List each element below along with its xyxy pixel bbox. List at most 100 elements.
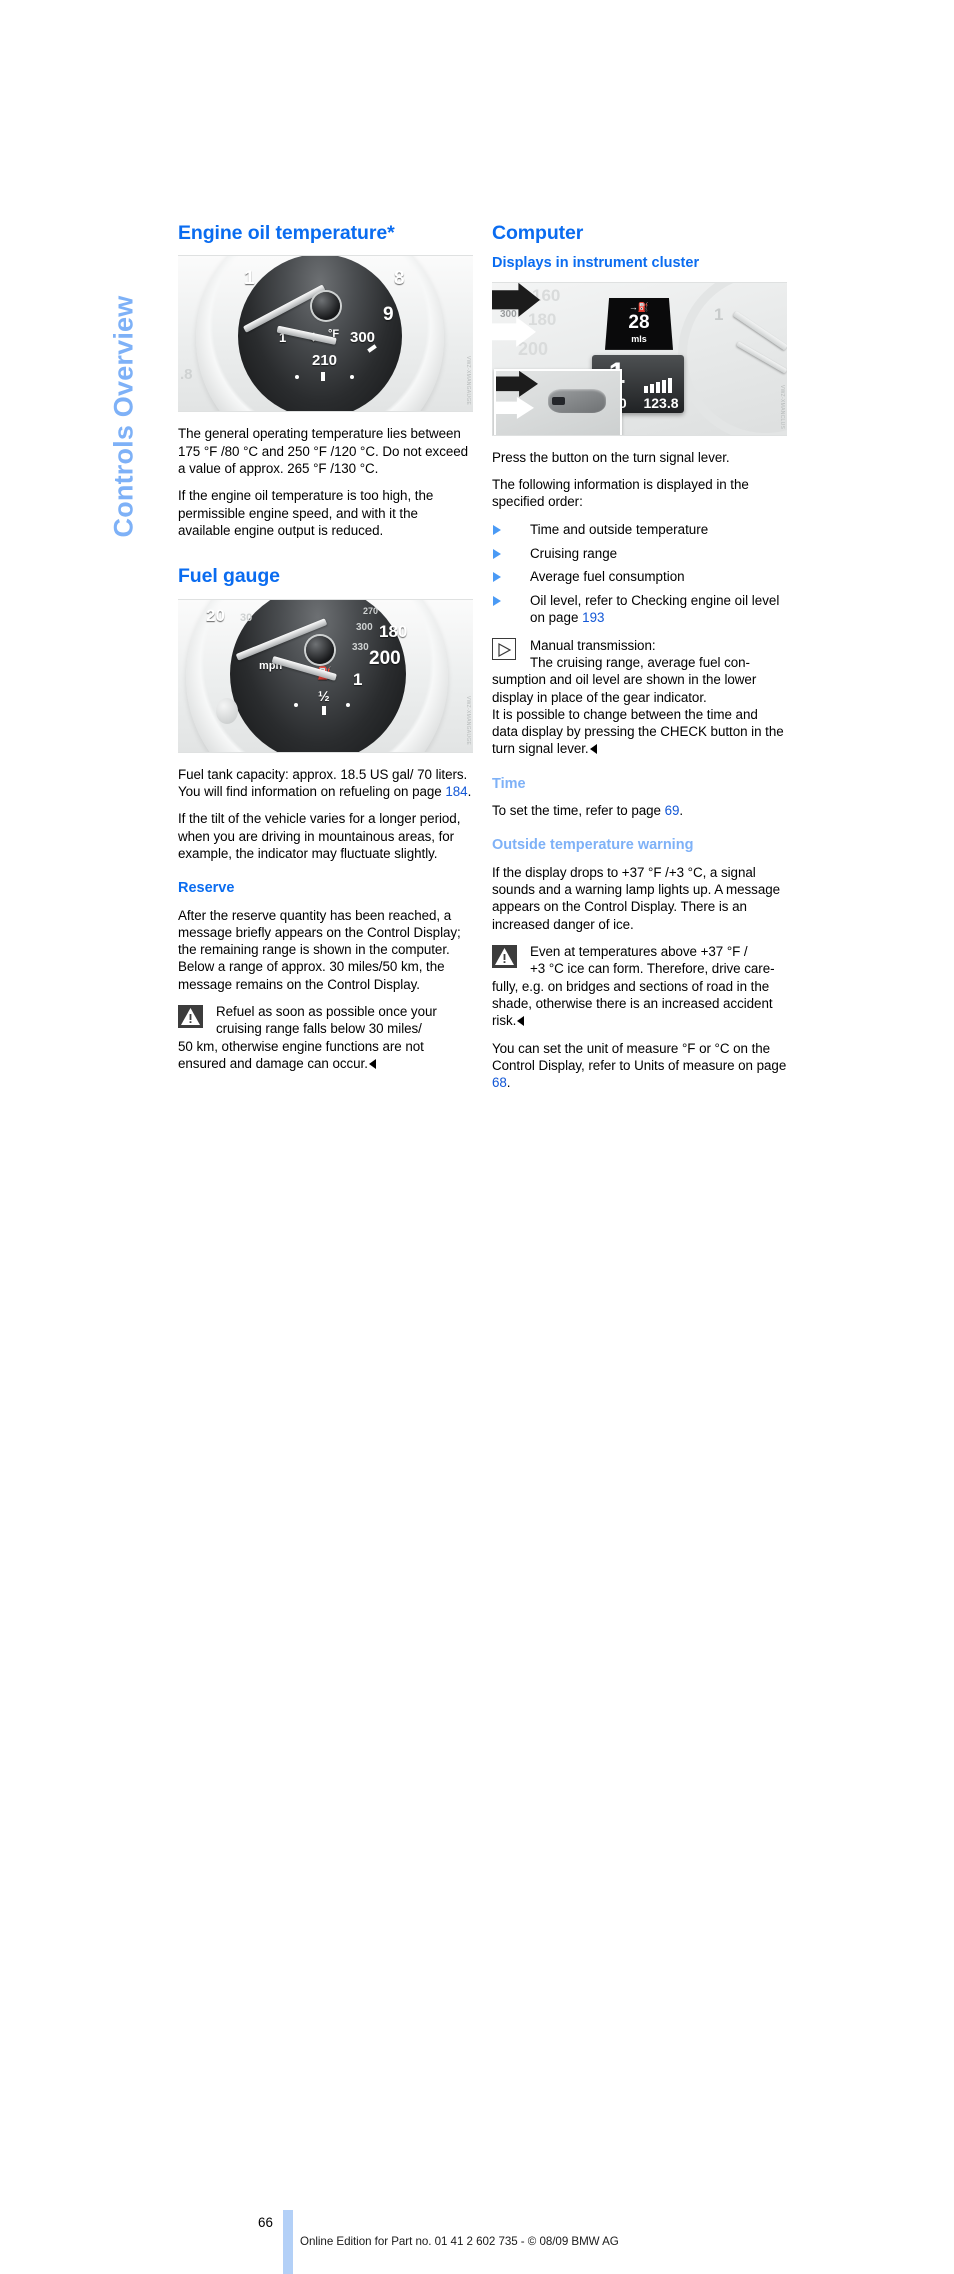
fuel-tick-bar-empty [322,705,326,715]
cruising-range-value: 28 [628,311,650,333]
time-text-b: . [679,803,684,819]
triangle-bullet-icon [493,572,501,583]
dial-label-300: 300 [350,329,376,347]
fuel-tick-dot-left [294,702,298,707]
cruising-range-display: →⛽ 28 mls [605,297,673,350]
fuel-tick-dot-right [346,702,350,707]
fuel-p1-text-b: . [467,783,472,799]
dial-label-8-partial: .8 [180,366,193,384]
page-reference-69[interactable]: 69 [665,803,680,818]
left-column: Engine oil temperature* 1 8 9 .8 1 ⚶ °F … [178,222,473,1082]
outside-warning-line-2: +3 °C ice can form. Therefore, drive car… [530,961,775,977]
list-item-label: Average fuel consumption [530,569,685,585]
note-rest-2-text: It is possible to change between the tim… [492,706,784,757]
note-triangle-icon [492,637,516,660]
dial-label-270: 270 [363,605,379,616]
dial-label-9: 9 [383,304,394,326]
note-line-2: The cruising range, average fuel con- [530,654,750,670]
list-item: Average fuel consumption [492,568,787,585]
cluster-tick-180: 180 [528,309,557,329]
reserve-warning-line-2: cruising range falls below 30 miles/ [216,1021,422,1037]
time-text-a: To set the time, refer to page [492,803,665,819]
engine-oil-temperature-figure: 1 8 9 .8 1 ⚶ °F 300 210 VWZ-XMANGAUGE [178,255,473,413]
reserve-paragraph-1: After the reserve quantity has been reac… [178,907,461,992]
end-of-note-marker [368,1058,376,1069]
page-footer: 66 Online Edition for Part no. 01 41 2 6… [0,1105,954,2274]
dial-label-330: 330 [352,641,369,653]
note-line-1: Manual transmission: [530,637,656,653]
fuel-level-bars [644,377,672,393]
fuel-p1-text-a: Fuel tank capacity: approx. 18.5 US gal/… [178,766,468,799]
fuel-label-half: ½ [318,687,330,704]
dial-label-20: 20 [206,605,225,625]
chapter-tab-label: Controls Overview [108,295,139,538]
units-text-a: You can set the unit of measure °F or °C… [492,1040,787,1073]
list-item: Oil level, refer to Checking engine oil … [492,592,787,627]
time-paragraph: To set the time, refer to page 69. [492,802,787,819]
right-column: Computer Displays in instrument cluster … [492,222,787,1101]
outside-warning-rest: fully, e.g. on bridges and sections of r… [492,978,787,1030]
oil-paragraph-2: If the engine oil temperature is too hig… [178,488,434,538]
fuel-paragraph-2: If the tilt of the vehicle varies for a … [178,811,461,861]
list-item-label: Time and outside temperature [530,521,709,537]
inset-arrow [496,396,534,419]
fuel-gauge-figure: 20 30 270 300 180 330 200 mph 1 ⛽ ½ VWZ-… [178,598,473,753]
end-of-note-marker [589,744,597,755]
dial-label-200: 200 [369,647,401,669]
page-reference-193[interactable]: 193 [582,610,604,625]
trip-value: 123.8 [643,394,679,411]
heading-outside-temperature-warning: Outside temperature warning [492,837,694,854]
triangle-bullet-icon [493,548,501,559]
instrument-cluster-figure: 270 160 300 180 330 200 1 →⛽ 28 mls 1 [492,281,787,436]
dial-label-30: 30 [240,611,253,624]
outside-warning-rest-text: fully, e.g. on bridges and sections of r… [492,978,773,1029]
reserve-warning-line-1: Refuel as soon as possible once your [216,1003,437,1019]
reserve-warning-block: Refuel as soon as possible once your cru… [178,1003,473,1072]
chapter-tab: Controls Overview [104,222,144,542]
note-rest: sumption and oil level are shown in the … [492,672,757,705]
list-item: Cruising range [492,545,787,562]
needle-hub [306,635,334,664]
note-rest-2: It is possible to change between the tim… [492,706,787,758]
cruising-range-unit: mls [631,333,647,344]
heading-computer: Computer [492,222,584,244]
fuel-paragraph-1: Fuel tank capacity: approx. 18.5 US gal/… [178,766,473,801]
warning-triangle-icon [178,1004,203,1028]
outside-temperature-warning-block: Even at temperatures above +37 °F / +3 °… [492,943,787,1029]
list-item-label: Oil level, refer to Checking engine oil … [530,593,780,626]
reserve-warning-rest-text: 50 km, otherwise engine functions are no… [178,1038,424,1071]
warning-triangle-icon [492,945,517,969]
heading-displays-in-instrument-cluster: Displays in instrument cluster [492,255,700,272]
reserve-warning-rest: 50 km, otherwise engine functions are no… [178,1038,473,1073]
inset-arrow-outline [496,370,538,397]
page-number: 66 [258,2215,273,2230]
dial-label-210: 210 [312,352,338,370]
manual-page: Controls Overview Engine oil temperature… [0,0,954,2274]
heading-fuel-gauge: Fuel gauge [178,565,280,588]
footer-accent-bar [283,2210,293,2274]
outside-temperature-paragraph: If the display drops to +37 °F /+3 °C, a… [492,864,781,932]
check-button[interactable] [552,396,565,405]
page-reference-184[interactable]: 184 [445,784,467,799]
press-button-paragraph: Press the button on the turn signal leve… [492,449,730,465]
reset-knob [216,697,238,724]
figure-code: VWZ-XMANGAUGE [465,356,471,406]
right-dial-label-1: 1 [714,304,724,324]
end-of-note-marker [517,1016,525,1027]
dial-label-1: 1 [244,268,255,290]
manual-transmission-note: Manual transmission: The cruising range,… [492,637,787,758]
turn-signal-lever-inset [494,368,622,435]
figure-code: VWZ-XMANGAUGE [465,696,471,746]
list-item-label: Cruising range [530,545,618,561]
outside-warning-line-1: Even at temperatures above +37 °F / [530,944,748,960]
page-reference-68[interactable]: 68 [492,1075,507,1090]
dial-label-8: 8 [394,268,405,290]
triangle-bullet-icon [493,524,501,535]
fuel-label-full: 1 [353,669,363,689]
heading-reserve: Reserve [178,880,235,897]
oil-paragraph-1: The general operating temperature lies b… [178,426,469,477]
units-text-b: . [506,1075,511,1091]
units-of-measure-paragraph: You can set the unit of measure °F or °C… [492,1040,787,1092]
footer-imprint: Online Edition for Part no. 01 41 2 602 … [300,2235,619,2248]
specified-order-paragraph: The following information is displayed i… [492,477,749,510]
